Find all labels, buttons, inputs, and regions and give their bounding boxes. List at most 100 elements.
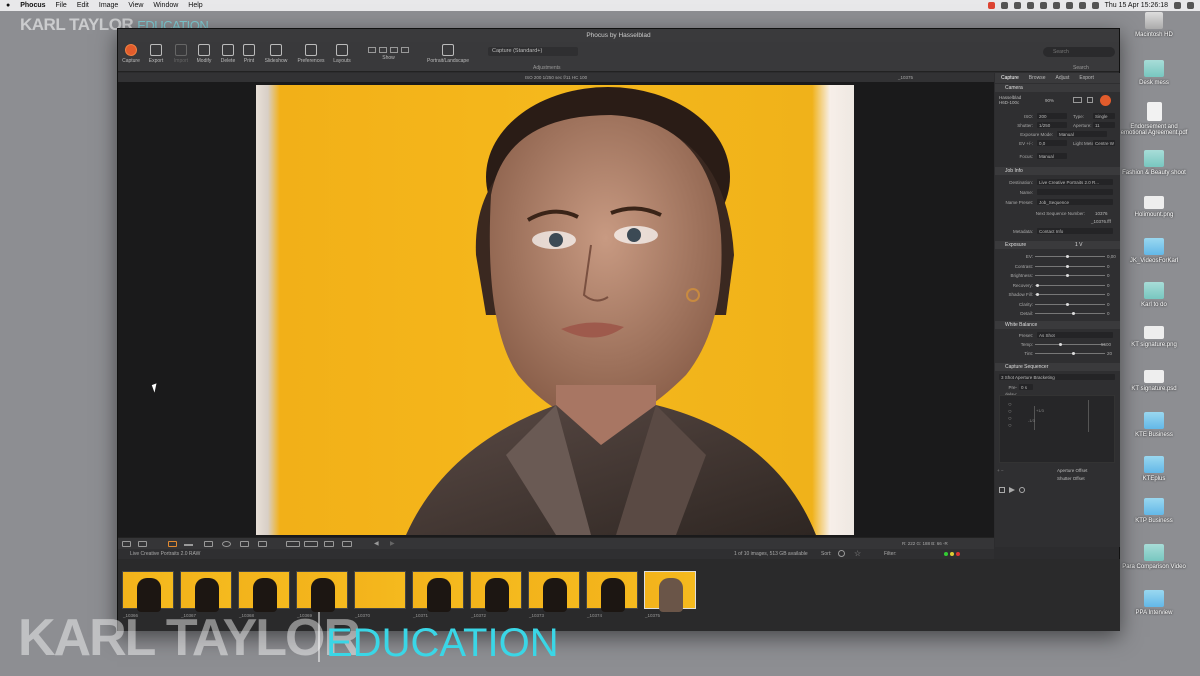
thumbnail[interactable]: _10367 [180,571,232,618]
iso-field[interactable]: 200 [1037,113,1067,119]
section-capture-sequencer[interactable]: Capture Sequencer [995,363,1120,371]
light-meter-field[interactable]: Centre W [1093,140,1115,146]
pre-delay-field[interactable]: 0 s [1019,384,1033,390]
slider-value[interactable]: 0 [1107,301,1110,308]
thumbnail[interactable]: _10373 [528,571,580,618]
desktop-icon[interactable]: PPA Interview [1114,590,1194,616]
status-cloud-icon[interactable] [1026,2,1034,9]
filter-yellow-icon[interactable] [950,552,954,556]
status-shield-icon[interactable] [1013,2,1021,9]
thumbnail[interactable]: _10369 [296,571,348,618]
menu-edit[interactable]: Edit [77,2,89,9]
section-job-info[interactable]: Job Info [995,167,1120,175]
desktop-icon[interactable]: Macintosh HD [1114,12,1194,38]
sort-clock-icon[interactable] [838,550,845,557]
seq-add-remove[interactable]: + − [997,467,1004,474]
desktop-icon[interactable]: Fashion & Beauty shoot [1114,150,1194,176]
sequencer-graph[interactable]: ○ ○ ○ ○ +1/3 -1/3 [999,395,1115,463]
slider-knob[interactable] [1065,274,1069,277]
export-button[interactable]: Export [143,44,169,64]
preferences-button[interactable]: Preferences [296,44,326,64]
menu-window[interactable]: Window [153,2,178,9]
exposure-slider[interactable] [1035,283,1105,287]
view-single-icon[interactable] [368,47,376,53]
status-record-icon[interactable] [987,2,995,9]
desktop-icon[interactable]: Endorsement and emotional Agreement.pdf [1114,102,1194,136]
view-mode-2-icon[interactable] [138,541,147,547]
picker-icon[interactable] [204,541,213,547]
wb-preset-field[interactable]: As Shot [1037,332,1113,338]
layouts-button[interactable]: Layouts [329,44,355,64]
desktop-icon[interactable]: KT signature.psd [1114,370,1194,392]
exposure-slider[interactable] [1035,255,1105,258]
search-input[interactable]: Search [1043,47,1115,57]
prev-image-icon[interactable]: ◀ [374,540,379,547]
slider-value[interactable]: 0 [1107,310,1110,317]
menubar-clock[interactable]: Thu 15 Apr 15:26:18 [1105,2,1168,9]
thumbnail[interactable]: _10366 [122,571,174,618]
stop-icon[interactable] [999,487,1005,493]
view-grid-icon[interactable] [390,47,398,53]
exposure-slider[interactable] [1035,264,1105,268]
capture-record-button[interactable] [1100,95,1111,106]
thumbnail[interactable]: _10372 [470,571,522,618]
show-buttons[interactable]: Show [361,44,416,61]
slider-value[interactable]: 0 [1107,291,1110,298]
filter-red-icon[interactable] [956,552,960,556]
tab-capture[interactable]: Capture [1001,73,1019,83]
overlay-icon[interactable] [342,541,352,547]
view-mode-icon[interactable] [122,541,131,547]
rotate-tool-icon[interactable] [258,541,267,547]
search-icon[interactable] [1174,2,1181,9]
hand-icon[interactable] [240,541,249,547]
section-exposure[interactable]: Exposure 1 V [995,241,1120,249]
tab-export[interactable]: Export [1079,73,1093,83]
slider-knob[interactable] [1036,283,1040,287]
apple-menu-icon[interactable]: ● [6,2,10,9]
zoom-icon[interactable] [222,541,231,547]
seq-mode-select[interactable]: 3 Shot Aperture Bracketing [999,374,1115,380]
volume-icon[interactable] [1065,2,1073,9]
play-icon[interactable] [1009,487,1015,493]
slider-knob[interactable] [1065,302,1069,306]
menu-file[interactable]: File [56,2,67,9]
capture-button[interactable]: Capture [118,44,144,64]
desktop-icon[interactable]: KTP Business [1114,498,1194,524]
desktop-icon[interactable]: KT signature.png [1114,326,1194,348]
focus-field[interactable]: Manual [1037,153,1067,159]
desktop-icon[interactable]: JK_VideosForKarl [1114,238,1194,264]
view-split-icon[interactable] [379,47,387,53]
menu-app[interactable]: Phocus [20,2,45,9]
compare-2-icon[interactable] [304,541,318,547]
next-image-icon[interactable]: ▶ [390,540,395,547]
desktop-icon[interactable]: KTE Business [1114,412,1194,438]
thumbnail[interactable]: _10374 [586,571,638,618]
tab-browse[interactable]: Browse [1029,73,1046,83]
slider-knob[interactable] [1036,293,1040,296]
exposure-slider[interactable] [1035,312,1105,315]
portrait-landscape-button[interactable]: Portrait/Landscape [421,44,475,64]
desktop-icon[interactable]: Para Comparison Video [1114,544,1194,570]
menu-help[interactable]: Help [188,2,202,9]
ev-field[interactable]: 0,0 [1037,140,1067,146]
desktop-icon[interactable]: Desk mess [1114,60,1194,86]
exposure-mode-select[interactable]: 1 V [1075,241,1083,249]
portrait-photo[interactable] [256,85,854,535]
exposure-mode-field[interactable]: Manual [1057,131,1107,137]
exposure-slider[interactable] [1035,274,1105,277]
sort-label[interactable]: Sort: [821,549,832,559]
slider-value[interactable]: 0,00 [1107,253,1116,260]
grid-icon[interactable] [324,541,334,547]
exposure-slider[interactable] [1035,293,1105,296]
print-button[interactable]: Print [236,44,262,64]
thumbnail[interactable]: _10370 [354,571,406,618]
filter-green-icon[interactable] [944,552,948,556]
thumbnail[interactable]: _10375 [644,571,696,618]
bluetooth-icon[interactable] [1052,2,1060,9]
capture-preset-select[interactable]: Capture (Standard+) [488,47,578,56]
tint-slider[interactable] [1035,352,1105,355]
menu-list-icon[interactable] [1187,2,1194,9]
sort-star-icon[interactable]: ☆ [854,549,861,558]
desktop-icon[interactable]: KTEplus [1114,456,1194,482]
status-display-icon[interactable] [1039,2,1047,9]
